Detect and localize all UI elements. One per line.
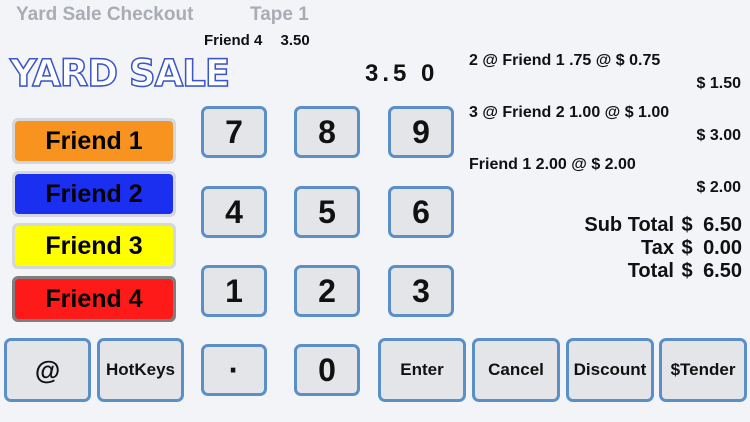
tape-item-description: Friend 1 2.00 @ $ 2.00 [469,156,636,173]
key-1[interactable]: 1 [201,265,267,317]
current-line-amount: 3.50 [280,32,310,49]
subtotal-label: Sub Total [584,214,674,236]
subtotal-value: 6.50 [703,214,742,236]
tax-label: Tax [641,237,674,259]
key-9[interactable]: 9 [388,106,454,158]
friend-4-button[interactable]: Friend 4 [12,276,176,322]
amount-display: 3.5 0 [365,60,439,87]
subtotal-row: Sub Total $ 6.50 [584,214,742,237]
friend-3-label: Friend 3 [15,226,173,266]
tape-item-description: 2 @ Friend 1 .75 @ $ 0.75 [469,52,661,69]
current-line-item: Friend 4 [204,32,263,49]
tape-label: Tape 1 [250,4,309,25]
key-6[interactable]: 6 [388,186,454,238]
tape-item-amount: $ 2.00 [696,179,741,196]
key-decimal[interactable]: · [201,344,267,396]
tax-row: Tax $ 0.00 [584,237,742,260]
hotkeys-button[interactable]: HotKeys [97,338,184,402]
subtotal-currency: $ [681,214,693,236]
tape-item: 2 @ Friend 1 .75 @ $ 0.75 $ 1.50 [469,52,741,93]
tape-item-description: 3 @ Friend 2 1.00 @ $ 1.00 [469,104,670,121]
total-currency: $ [681,260,693,282]
tape-item: 3 @ Friend 2 1.00 @ $ 1.00 $ 3.00 [469,104,741,145]
enter-button[interactable]: Enter [378,338,466,402]
tax-currency: $ [681,237,693,259]
tax-value: 0.00 [703,237,742,259]
key-0[interactable]: 0 [294,344,360,396]
friend-1-label: Friend 1 [15,121,173,161]
total-label: Total [627,260,674,282]
yard-sale-logo: YARD SALE [9,51,231,96]
app-title: Yard Sale Checkout [16,4,194,25]
totals-block: Sub Total $ 6.50 Tax $ 0.00 Total $ 6.50 [584,214,742,283]
tape-item: Friend 1 2.00 @ $ 2.00 $ 2.00 [469,156,741,197]
discount-button[interactable]: Discount [566,338,654,402]
key-3[interactable]: 3 [388,265,454,317]
key-2[interactable]: 2 [294,265,360,317]
tape-item-amount: $ 1.50 [696,75,741,92]
key-7[interactable]: 7 [201,106,267,158]
tender-button[interactable]: $Tender [659,338,747,402]
current-line-info: Friend 4 3.50 [204,32,324,49]
cancel-button[interactable]: Cancel [472,338,560,402]
friend-3-button[interactable]: Friend 3 [12,223,176,269]
friend-2-button[interactable]: Friend 2 [12,171,176,217]
friend-4-label: Friend 4 [15,279,173,319]
tape-item-amount: $ 3.00 [696,127,741,144]
friend-2-label: Friend 2 [15,174,173,214]
key-8[interactable]: 8 [294,106,360,158]
total-value: 6.50 [703,260,742,282]
at-button[interactable]: @ [4,338,91,402]
friend-1-button[interactable]: Friend 1 [12,118,176,164]
key-4[interactable]: 4 [201,186,267,238]
key-5[interactable]: 5 [294,186,360,238]
total-row: Total $ 6.50 [584,260,742,283]
